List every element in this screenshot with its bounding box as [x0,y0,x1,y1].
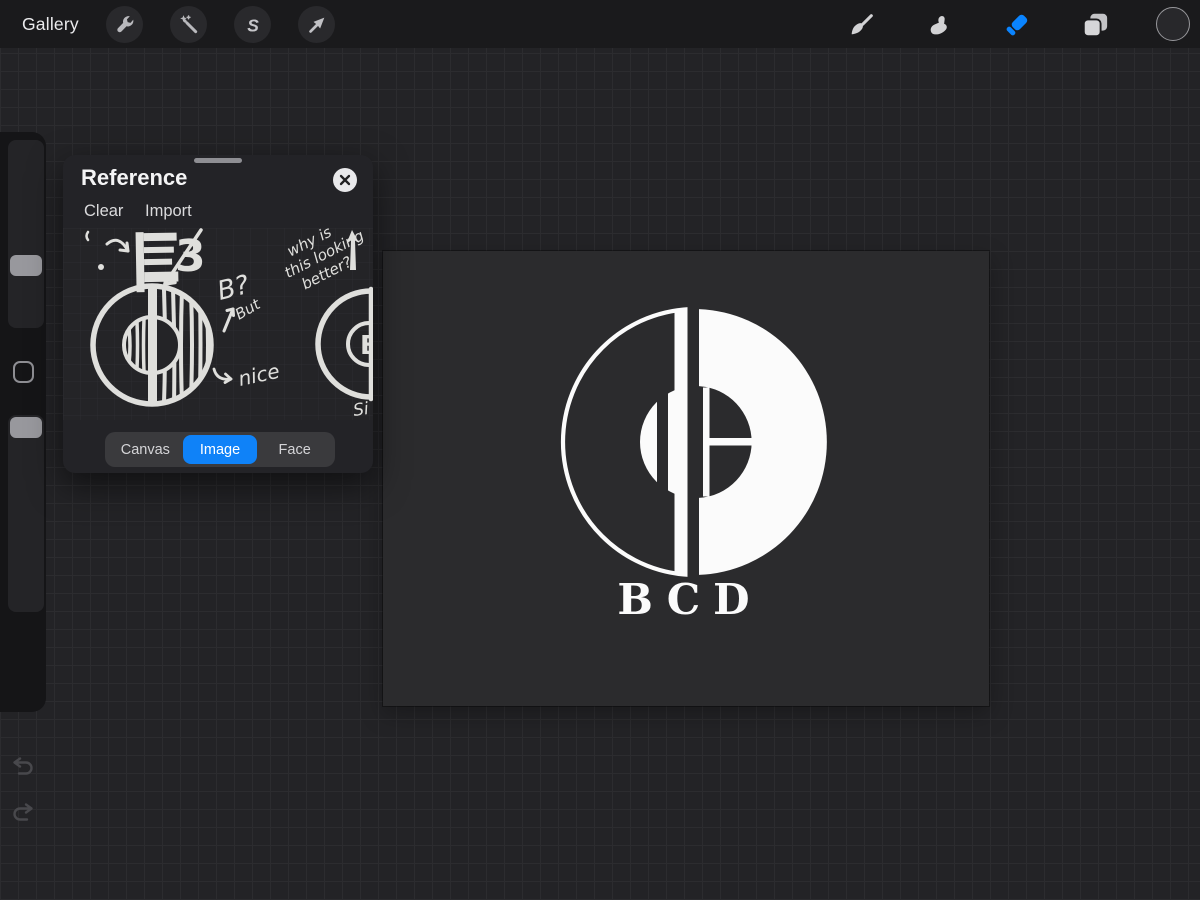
reference-title: Reference [81,165,187,191]
close-icon [333,168,357,192]
eraser-tool-button[interactable] [999,7,1035,43]
smudge-finger-icon [927,12,953,38]
svg-text:3: 3 [175,231,206,282]
procreate-window: Gallery S [0,0,1200,900]
svg-text:Si: Si [352,399,370,420]
reference-mode-tabs: Canvas Image Face [105,432,335,467]
import-button[interactable]: Import [145,202,192,221]
brush-tool-button[interactable] [844,7,880,43]
logo-wordmark: BCD [617,575,762,624]
redo-button[interactable] [9,799,37,825]
actions-button[interactable] [106,6,143,43]
tab-canvas[interactable]: Canvas [108,435,183,464]
bcd-logo-artwork: BCD [546,292,846,627]
drawing-canvas[interactable]: BCD [383,251,989,706]
gallery-button[interactable]: Gallery [22,0,79,48]
tab-face[interactable]: Face [257,435,332,464]
brush-opacity-handle[interactable] [10,417,42,438]
undo-button[interactable] [9,753,37,779]
transform-arrow-icon [306,14,328,36]
undo-icon [9,753,37,779]
wrench-icon [114,14,136,36]
brush-size-handle[interactable] [10,255,42,276]
tab-image[interactable]: Image [183,435,258,464]
reference-close-button[interactable] [333,168,357,192]
redo-icon [9,799,37,825]
paintbrush-icon [849,12,875,38]
eraser-icon-active [1003,11,1031,39]
reference-image[interactable]: 3 [63,228,373,420]
selection-s-icon: S [242,14,264,36]
top-toolbar: Gallery S [0,0,1200,48]
magic-wand-icon [178,14,200,36]
adjustments-button[interactable] [170,6,207,43]
modify-button[interactable] [13,361,34,383]
clear-button[interactable]: Clear [84,202,123,221]
brush-opacity-slider[interactable] [8,415,44,612]
brush-size-slider[interactable] [8,140,44,328]
panel-drag-handle[interactable] [194,158,242,163]
gallery-label: Gallery [22,14,79,35]
transform-button[interactable] [298,6,335,43]
sketch-artwork: 3 [63,228,373,420]
smudge-tool-button[interactable] [922,7,958,43]
color-swatch-button[interactable] [1156,7,1190,41]
layers-button[interactable] [1077,7,1113,43]
brush-sidebar [0,132,46,712]
svg-text:S: S [247,15,259,35]
selection-button[interactable]: S [234,6,271,43]
reference-panel: Reference Clear Import [63,155,373,473]
layers-icon [1081,11,1109,39]
